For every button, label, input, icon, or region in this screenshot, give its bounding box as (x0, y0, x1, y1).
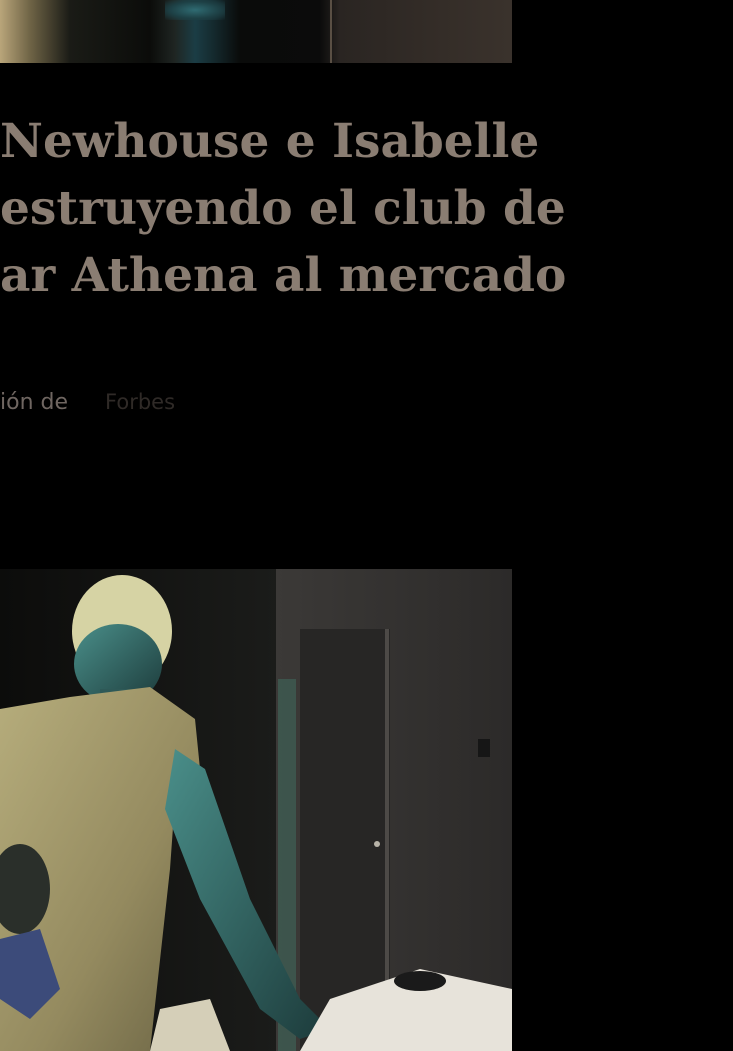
byline-prefix: ión de (0, 390, 69, 415)
headline-line-1: Newhouse e Isabelle (0, 114, 540, 169)
main-article-photo (0, 569, 512, 1051)
article-headline: Newhouse e Isabelle estruyendo el club d… (0, 108, 567, 309)
article-page: Newhouse e Isabelle estruyendo el club d… (0, 0, 733, 1051)
headline-line-2: estruyendo el club de (0, 181, 566, 236)
byline-source-link[interactable]: Forbes (105, 390, 175, 414)
headline-line-3: ar Athena al mercado (0, 248, 567, 303)
top-article-photo (0, 0, 512, 63)
article-byline: ión de Forbes (0, 390, 175, 415)
